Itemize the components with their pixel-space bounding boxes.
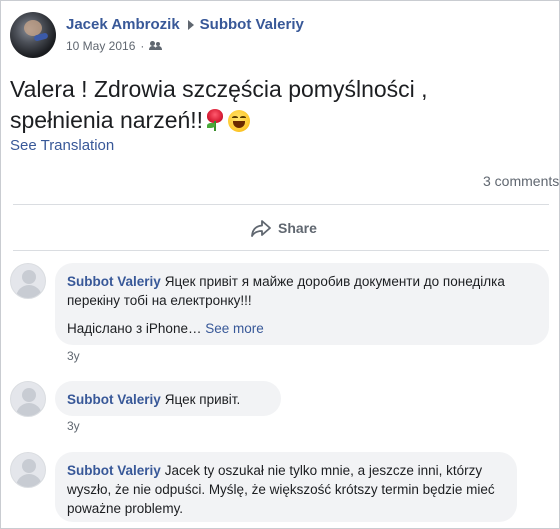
comment-bubble: Subbot Valeriy Яцек привіт я майже дороби… (55, 263, 549, 345)
comment-author-link[interactable]: Subbot Valeriy (67, 463, 161, 478)
divider-bottom (13, 250, 549, 251)
comment-time[interactable]: 3y (67, 349, 80, 363)
commenter-avatar[interactable] (10, 263, 46, 299)
share-button[interactable]: Share (250, 215, 317, 241)
post-header: Jacek Ambrozik Subbot Valeriy 10 May 201… (10, 12, 304, 62)
comment-time[interactable]: 3y (67, 419, 80, 433)
divider-top (13, 204, 549, 205)
comment-body: Subbot Valeriy Jacek ty oszukał nie tylko… (67, 461, 505, 518)
share-label: Share (278, 220, 317, 236)
comment-item: Subbot Valeriy Яцек привіт. 3y (10, 381, 555, 441)
friends-icon[interactable] (149, 41, 163, 51)
comment-text: Яцек привіт. (164, 392, 241, 407)
author-avatar[interactable] (10, 12, 56, 58)
post-card: Jacek Ambrozik Subbot Valeriy 10 May 201… (0, 0, 560, 529)
comment-item: Subbot Valeriy Jacek ty oszukał nie tylko… (10, 452, 555, 527)
see-more-link[interactable]: See more (205, 321, 264, 336)
comment-item: Subbot Valeriy Яцек привіт я майже дороби… (10, 263, 555, 367)
comment-body: Subbot Valeriy Яцек привіт я майже дороби… (67, 272, 537, 310)
post-date-link[interactable]: 10 May 2016 (66, 39, 135, 53)
post-message-line-2-text: spełnienia narzeń!! (10, 107, 204, 133)
commenter-avatar[interactable] (10, 381, 46, 417)
comment-bubble: Subbot Valeriy Яцек привіт. (55, 381, 281, 416)
post-names: Jacek Ambrozik Subbot Valeriy (66, 16, 304, 33)
post-meta: 10 May 2016 · (66, 39, 304, 53)
commenter-avatar[interactable] (10, 452, 46, 488)
recipient-name-link[interactable]: Subbot Valeriy (200, 16, 304, 33)
post-message-line-2: spełnienia narzeń!! (10, 105, 555, 136)
see-translation-link[interactable]: See Translation (10, 137, 114, 154)
comment-body: Subbot Valeriy Яцек привіт. (67, 390, 269, 409)
grinning-face-emoji (228, 110, 251, 132)
comment-author-link[interactable]: Subbot Valeriy (67, 274, 161, 289)
post-message: Valera ! Zdrowia szczęścia pomyślności ,… (10, 74, 555, 136)
separator-dot: · (140, 39, 145, 53)
comment-author-link[interactable]: Subbot Valeriy (67, 392, 161, 407)
author-name-link[interactable]: Jacek Ambrozik (66, 16, 180, 33)
comment-bubble: Subbot Valeriy Jacek ty oszukał nie tylko… (55, 452, 517, 522)
comments-count-link[interactable]: 3 comments (483, 173, 559, 189)
comment-extra: Надіслано з iPhone… See more (67, 319, 537, 338)
caret-right-icon (187, 19, 194, 30)
share-arrow-icon (251, 220, 271, 237)
comment-text-sent-from: Надіслано з iPhone… (67, 321, 206, 336)
post-message-line-1: Valera ! Zdrowia szczęścia pomyślności , (10, 76, 428, 102)
rose-emoji (204, 108, 226, 132)
header-text: Jacek Ambrozik Subbot Valeriy 10 May 201… (66, 12, 304, 53)
